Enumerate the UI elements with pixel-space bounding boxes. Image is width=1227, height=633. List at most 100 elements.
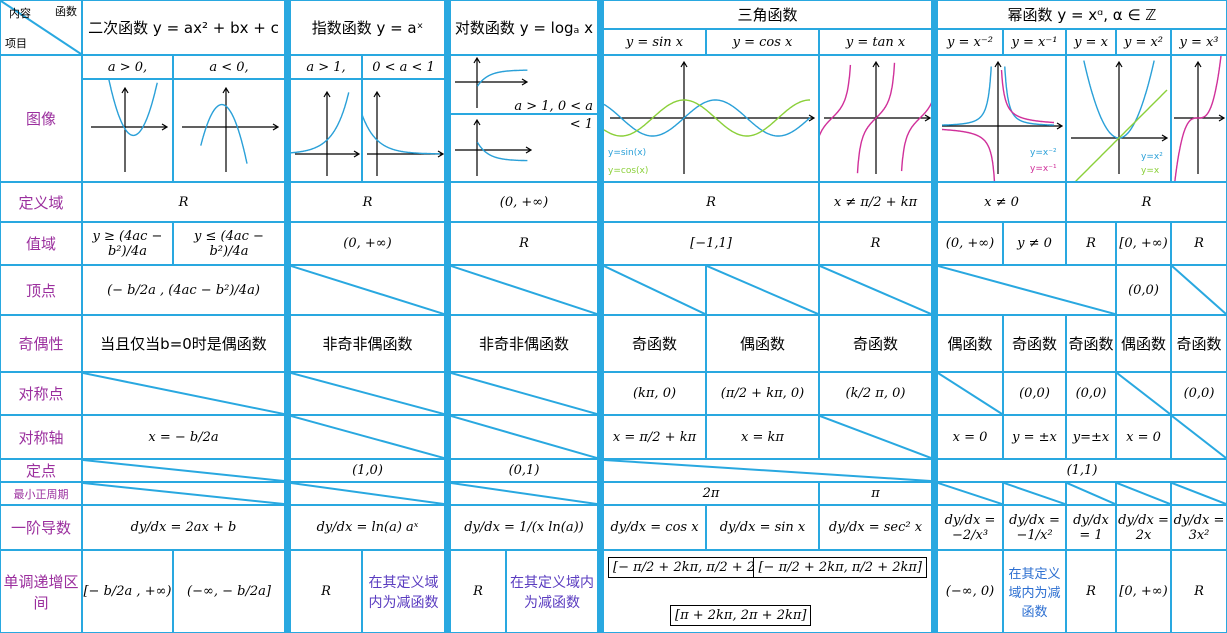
period-tan: π: [820, 483, 931, 504]
symaxis-x2: x = 0: [1117, 416, 1170, 458]
parity-x2-text: 偶函数: [1120, 335, 1166, 353]
period-power-3: [1117, 483, 1170, 504]
axes: [295, 90, 361, 176]
fixed-quadratic: [83, 460, 284, 481]
vertex-power-a-slash: [938, 266, 1115, 314]
power-title: 幂函数 y = xᵅ, α ∈ ℤ: [1007, 6, 1157, 24]
symaxis-x: y=±x: [1067, 416, 1115, 458]
x2-legend: y=x²: [1141, 152, 1163, 162]
sincos-graph-plot: [604, 60, 816, 174]
range-sincos-text: [−1,1]: [690, 236, 732, 251]
row-label-sym_point: 对称点: [18, 385, 64, 403]
log-graph-cell: a > 1, 0 < a < 1: [451, 56, 597, 181]
row-head-fixed_point: 定点: [1, 460, 81, 481]
vertex-exponential: [291, 266, 444, 314]
symaxis-exponential: [291, 416, 444, 458]
symaxis-tan-slash: [820, 416, 931, 458]
power-neg-graph: y=x⁻² y=x⁻¹: [938, 56, 1065, 181]
sympoint-x-text: (0,0): [1075, 386, 1107, 401]
power-sub-header-0: y = x⁻²: [938, 30, 1002, 54]
logarithmic-header: 对数函数 y = logₐ x: [451, 1, 597, 54]
domain-logarithmic: (0, +∞): [451, 183, 597, 221]
exp-gt1-graph-plot: [291, 90, 361, 176]
vertex-x3: [1172, 266, 1226, 314]
mono-quad-pos: [− b/2a , +∞): [83, 551, 172, 632]
mono-cos-text: [π + 2kπ, 2π + 2kπ]: [670, 605, 812, 626]
exponential-header: 指数函数 y = aˣ: [291, 1, 444, 54]
axes: [367, 90, 444, 176]
mono-exp-gt1-text: R: [321, 584, 331, 599]
fixed-exponential: (1,0): [291, 460, 444, 481]
parity-quadratic: 当且仅当b=0时是偶函数: [83, 316, 284, 371]
parity-xm1-text: 奇函数: [1011, 335, 1057, 353]
parity-exponential: 非奇非偶函数: [291, 316, 444, 371]
fixed-logarithmic: (0,1): [451, 460, 597, 481]
period-sincos-text: 2π: [702, 486, 720, 501]
row-label-graph: 图像: [25, 110, 56, 128]
deriv-tan-text: dy/dx = sec² x: [828, 520, 923, 535]
quad-pos-graph: [83, 80, 172, 181]
deriv-xm1: dy/dx = −1/x²: [1004, 506, 1065, 549]
mono-x2: [0, +∞): [1117, 551, 1170, 632]
period-power-4-slash: [1172, 483, 1226, 504]
row-head-domain: 定义域: [1, 183, 81, 221]
parity-quadratic-text: 当且仅当b=0时是偶函数: [100, 335, 267, 353]
parity-sin-text: 奇函数: [631, 335, 677, 353]
deriv-exponential: dy/dx = ln(a) aˣ: [291, 506, 444, 549]
exp-lt1-condition: 0 < a < 1: [363, 56, 444, 78]
period-power-2: [1067, 483, 1115, 504]
row-head-monotonic: 单调递增区间: [1, 551, 81, 632]
parity-cos: 偶函数: [707, 316, 818, 371]
deriv-x3-text: dy/dx = 3x²: [1173, 512, 1225, 543]
deriv-xm2-text: dy/dx = −2/x³: [944, 512, 996, 543]
range-exponential: (0, +∞): [291, 223, 444, 264]
fixed-trig-slash: [604, 460, 931, 481]
trig-sub-label-1: y = cos x: [732, 34, 793, 50]
logarithmic-title: 对数函数 y = logₐ x: [454, 19, 594, 37]
power-pos-graph: y=x² y=x: [1067, 56, 1170, 181]
power-x3-graph: [1172, 56, 1226, 181]
row-label-monotonic: 单调递增区间: [3, 572, 79, 612]
range-xm2-text: (0, +∞): [945, 236, 995, 251]
power-pos-graph-plot: [1071, 60, 1169, 181]
mono-log-gt1: R: [451, 551, 505, 632]
sympoint-x2-slash: [1117, 373, 1170, 414]
domain-exponential: R: [291, 183, 444, 221]
mono-xm1: 在其定义域内为减函数: [1004, 551, 1065, 632]
sympoint-cos-text: (π/2 + kπ, 0): [720, 386, 805, 401]
mono-quad-neg-text: (−∞, − b/2a]: [187, 584, 271, 599]
symaxis-sin: x = π/2 + kπ: [604, 416, 705, 458]
deriv-x3: dy/dx = 3x²: [1172, 506, 1226, 549]
period-power-4: [1172, 483, 1226, 504]
mono-exp-gt1: R: [291, 551, 361, 632]
domain-sincos: R: [604, 183, 818, 221]
parity-tan-text: 奇函数: [852, 335, 898, 353]
sympoint-x3-text: (0,0): [1183, 386, 1215, 401]
symaxis-xm1-text: y = ±x: [1012, 429, 1057, 445]
symaxis-x3: [1172, 416, 1226, 458]
trig-sub-header-1: y = cos x: [707, 30, 818, 54]
mono-xm2-text: (−∞, 0): [945, 584, 995, 599]
range-logarithmic: R: [451, 223, 597, 264]
parity-x3: 奇函数: [1172, 316, 1226, 371]
vertex-cos-slash: [707, 266, 818, 314]
symaxis-cos-text: x = kπ: [741, 429, 784, 445]
power-sub-header-2: y = x: [1067, 30, 1115, 54]
period-quadratic-slash: [83, 483, 284, 504]
vertex-x2-text: (0,0): [1128, 282, 1159, 298]
parity-tan: 奇函数: [820, 316, 931, 371]
period-exponential: [291, 483, 444, 504]
tan-graph: [820, 56, 931, 181]
symaxis-quadratic-text: x = − b/2a: [148, 429, 219, 445]
range-quad-neg: y ≤ (4ac − b²)/4a: [174, 223, 284, 264]
deriv-xm1-text: dy/dx = −1/x²: [1009, 512, 1060, 543]
trig-header: 三角函数: [604, 1, 931, 28]
domain-power-pos: R: [1067, 183, 1226, 221]
deriv-cos: dy/dx = sin x: [707, 506, 818, 549]
mono-trig: [− π/2 + 2kπ, π/2 + 2kπ] [− π/2 + 2kπ, π/…: [604, 551, 931, 632]
power-header: 幂函数 y = xᵅ, α ∈ ℤ: [938, 1, 1226, 28]
domain-logarithmic-text: (0, +∞): [499, 194, 549, 210]
period-power-0-slash: [938, 483, 1002, 504]
symaxis-xm2: x = 0: [938, 416, 1002, 458]
period-power-2-slash: [1067, 483, 1115, 504]
